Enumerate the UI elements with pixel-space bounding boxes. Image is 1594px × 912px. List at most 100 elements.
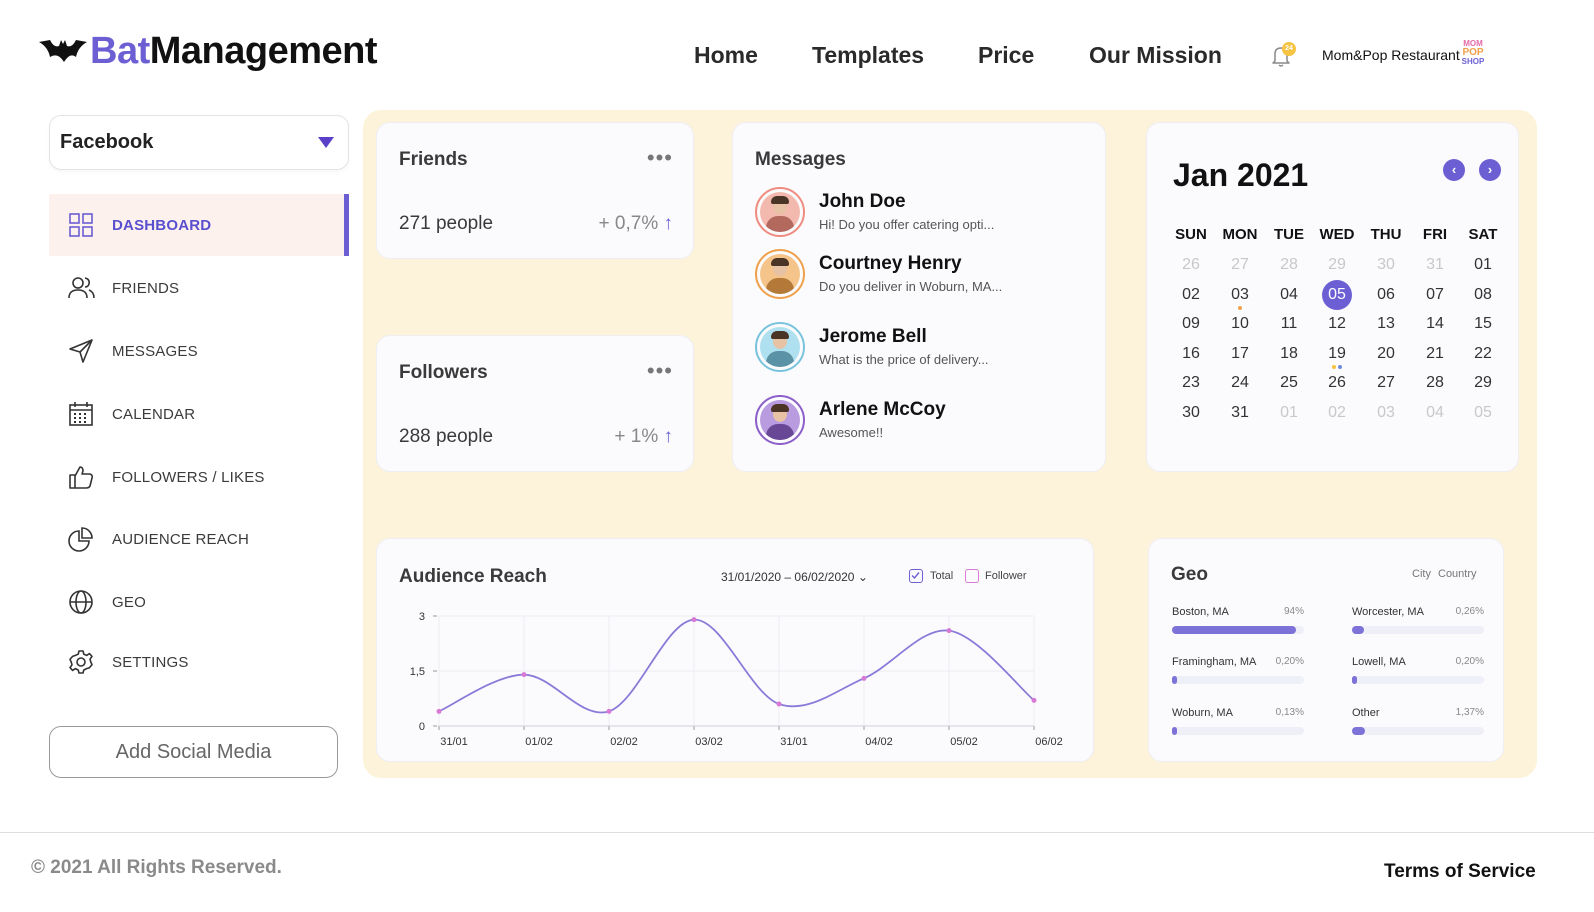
calendar-month-title: Jan 2021 [1173, 157, 1309, 193]
calendar-day[interactable]: 25 [1265, 374, 1313, 392]
sidebar-item-geo[interactable]: GEO [49, 571, 349, 633]
calendar-day[interactable]: 30 [1167, 404, 1215, 422]
calendar-day-selected[interactable]: 05 [1313, 286, 1361, 304]
calendar-day[interactable]: 03 [1216, 286, 1264, 304]
message-item[interactable]: John Doe Hi! Do you offer catering opti..… [755, 187, 1095, 243]
avatar [755, 249, 805, 299]
data-point [691, 617, 697, 623]
data-point [606, 708, 612, 714]
calendar-day[interactable]: 01 [1265, 404, 1313, 422]
calendar-day[interactable]: 20 [1362, 345, 1410, 363]
sidebar-item-followers-likes[interactable]: FOLLOWERS / LIKES [49, 446, 349, 508]
calendar-day[interactable]: 22 [1459, 345, 1507, 363]
calendar-day[interactable]: 18 [1265, 345, 1313, 363]
brand-logo[interactable]: BatManagement [38, 28, 378, 74]
calendar-day[interactable]: 27 [1362, 374, 1410, 392]
audience-reach-card: Audience Reach 31/01/2020 – 06/02/2020 ⌄… [376, 538, 1094, 762]
calendar-day[interactable]: 28 [1265, 256, 1313, 274]
calendar-day[interactable]: 07 [1411, 286, 1459, 304]
calendar-day[interactable]: 01 [1459, 256, 1507, 274]
geo-location-item: Woburn, MA 0,13% [1172, 707, 1304, 747]
calendar-day[interactable]: 12 [1313, 315, 1361, 333]
calendar-day[interactable]: 24 [1216, 374, 1264, 392]
event-dot [1332, 364, 1336, 369]
calendar-day[interactable]: 31 [1411, 256, 1459, 274]
friends-title: Friends [399, 149, 468, 170]
account-name[interactable]: Mom&Pop Restaurant [1322, 47, 1460, 63]
avatar [755, 187, 805, 237]
geo-location-item: Other 1,37% [1352, 707, 1484, 747]
calendar-day[interactable]: 13 [1362, 315, 1410, 333]
calendar-day[interactable]: 05 [1459, 404, 1507, 422]
calendar-day[interactable]: 21 [1411, 345, 1459, 363]
nav-price[interactable]: Price [978, 42, 1034, 69]
nav-templates[interactable]: Templates [812, 42, 924, 69]
sidebar-item-calendar[interactable]: CALENDAR [49, 383, 349, 445]
calendar-day[interactable]: 26 [1313, 374, 1361, 392]
calendar-day[interactable]: 03 [1362, 404, 1410, 422]
calendar-day[interactable]: 04 [1265, 286, 1313, 304]
calendar-day[interactable]: 02 [1167, 286, 1215, 304]
nav-our-mission[interactable]: Our Mission [1089, 42, 1222, 69]
calendar-day[interactable]: 10 [1216, 315, 1264, 333]
bat-icon [39, 40, 87, 62]
sidebar-item-settings[interactable]: SETTINGS [49, 631, 349, 693]
account-logo-line-3: SHOP [1461, 57, 1485, 66]
geo-location-percent: 0,20% [1275, 656, 1304, 667]
message-preview: Awesome!! [819, 425, 884, 440]
calendar-day[interactable]: 02 [1313, 404, 1361, 422]
calendar-day[interactable]: 19 [1313, 345, 1361, 363]
sidebar-item-messages[interactable]: MESSAGES [49, 320, 349, 382]
message-item[interactable]: Courtney Henry Do you deliver in Woburn, … [755, 249, 1095, 305]
message-item[interactable]: Jerome Bell What is the price of delivery… [755, 322, 1095, 378]
geo-progress-fill [1352, 727, 1366, 735]
calendar-day[interactable]: 08 [1459, 286, 1507, 304]
geo-progress-fill [1172, 727, 1178, 735]
data-point [776, 701, 782, 707]
calendar-day[interactable]: 26 [1167, 256, 1215, 274]
calendar-day[interactable]: 11 [1265, 315, 1313, 333]
calendar-day[interactable]: 29 [1313, 256, 1361, 274]
weekday-header: WED [1319, 226, 1355, 243]
calendar-day[interactable]: 28 [1411, 374, 1459, 392]
send-icon [67, 337, 95, 365]
calendar-day[interactable]: 17 [1216, 345, 1264, 363]
terms-of-service-link[interactable]: Terms of Service [1384, 861, 1536, 883]
data-point [436, 708, 442, 714]
geo-location-name: Framingham, MA [1172, 656, 1257, 668]
calendar-day[interactable]: 15 [1459, 315, 1507, 333]
geo-progress-track [1352, 676, 1484, 684]
geo-location-name: Boston, MA [1172, 606, 1229, 618]
message-item[interactable]: Arlene McCoy Awesome!! [755, 395, 1095, 451]
geo-progress-track [1172, 676, 1304, 684]
calendar-day[interactable]: 29 [1459, 374, 1507, 392]
calendar-day[interactable]: 04 [1411, 404, 1459, 422]
calendar-day[interactable]: 16 [1167, 345, 1215, 363]
more-options-icon[interactable]: ••• [647, 147, 673, 169]
y-tick-label: 3 [419, 611, 425, 623]
geo-tab-city[interactable]: City [1412, 568, 1431, 580]
calendar-day[interactable]: 23 [1167, 374, 1215, 392]
calendar-day[interactable]: 27 [1216, 256, 1264, 274]
add-social-media-button[interactable]: Add Social Media [49, 726, 338, 778]
weekday-header: FRI [1422, 226, 1448, 243]
calendar-day[interactable]: 14 [1411, 315, 1459, 333]
calendar-day[interactable]: 06 [1362, 286, 1410, 304]
prev-month-icon[interactable]: ‹ [1443, 159, 1465, 181]
geo-location-name: Other [1352, 707, 1380, 719]
platform-select[interactable]: Facebook [49, 115, 349, 170]
calendar-day[interactable]: 09 [1167, 315, 1215, 333]
next-month-icon[interactable]: › [1479, 159, 1501, 181]
calendar-day[interactable]: 30 [1362, 256, 1410, 274]
calendar-day[interactable]: 31 [1216, 404, 1264, 422]
nav-home[interactable]: Home [694, 42, 758, 69]
geo-progress-fill [1172, 676, 1178, 684]
sidebar-item-friends[interactable]: FRIENDS [49, 257, 349, 319]
geo-tab-country[interactable]: Country [1438, 568, 1477, 580]
sidebar-item-dashboard[interactable]: DASHBOARD [49, 194, 349, 256]
sidebar-item-audience-reach[interactable]: AUDIENCE REACH [49, 508, 349, 570]
avatar-image [760, 254, 800, 294]
more-options-icon[interactable]: ••• [647, 360, 673, 382]
account-logo[interactable]: MOM POP SHOP [1458, 40, 1488, 68]
weekday-header: SUN [1175, 226, 1207, 243]
